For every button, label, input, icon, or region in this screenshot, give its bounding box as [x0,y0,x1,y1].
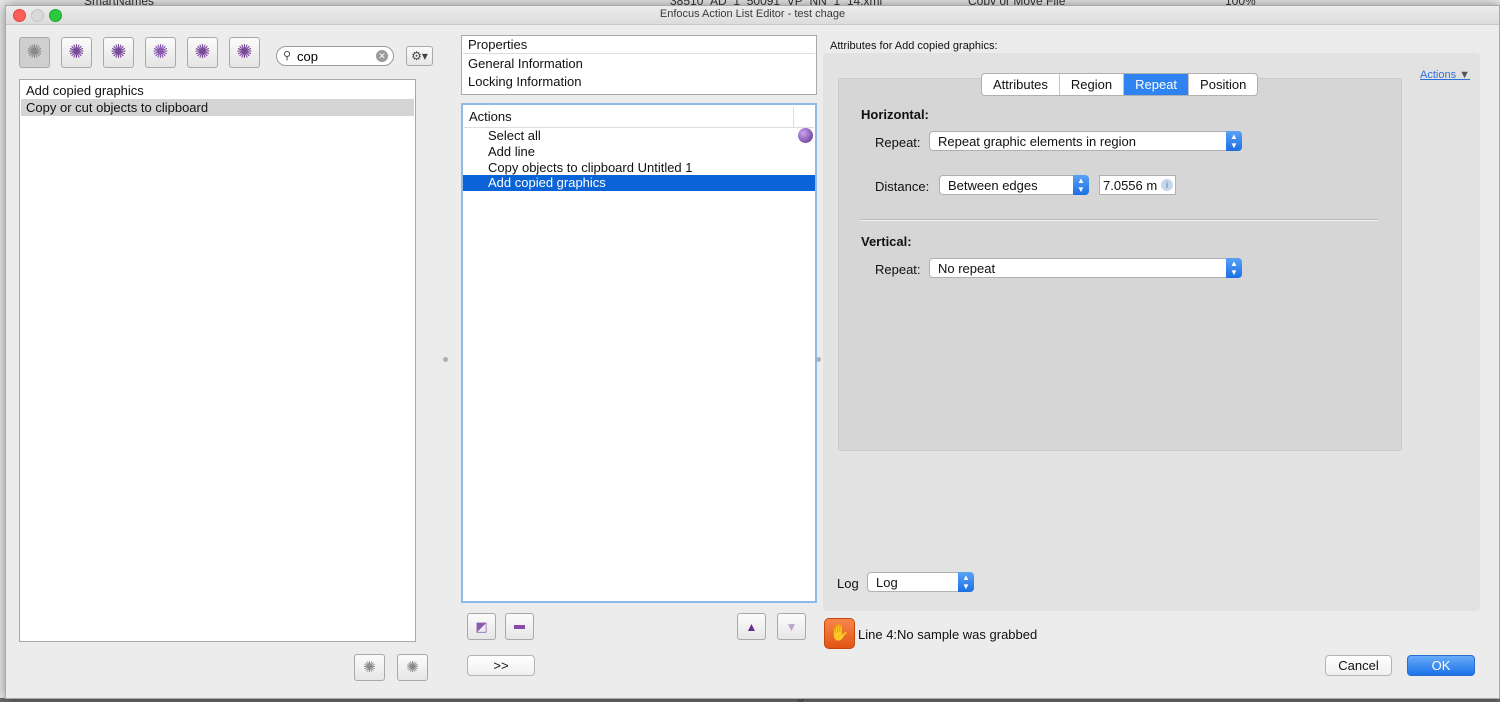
new-action-button[interactable]: ✺ [354,654,385,681]
properties-panel: Properties General Information Locking I… [461,35,817,95]
minus-icon [514,624,525,629]
updown-arrows-icon: ▲ ▼ [958,572,974,592]
gear-refresh-icon: ✺ [110,42,127,63]
splitter-handle[interactable] [443,357,448,362]
action-list-editor-window: Enfocus Action List Editor - test chage … [5,5,1500,699]
move-down-button[interactable]: ▼ [777,613,806,640]
distance-label: Distance: [875,179,930,194]
duplicate-action-button[interactable]: ◩ [467,613,496,640]
gear-info-icon: ✺ [194,42,211,63]
section-divider [861,219,1378,221]
gear-cursor-icon: ✺ [68,42,85,63]
refresh-actions-button[interactable]: ✺ [103,37,134,68]
unit-info-icon[interactable]: i [1161,179,1173,191]
updown-arrows-icon: ▲ ▼ [1073,175,1089,195]
tab-attributes[interactable]: Attributes [982,74,1060,95]
add-action-button[interactable]: ✺ [397,654,428,681]
tab-repeat[interactable]: Repeat [1124,74,1190,95]
actions-link-label: Actions [1420,69,1457,81]
info-actions-button[interactable]: ✺ [187,37,218,68]
list-item[interactable]: Add copied graphics [21,82,414,99]
vertical-label: Vertical: [861,234,912,249]
distance-amount-field[interactable]: 7.0556 m i [1099,175,1176,195]
horizontal-repeat-select[interactable]: Repeat graphic elements in region ▲ ▼ [929,131,1242,151]
title-bar: Enfocus Action List Editor - test chage [6,6,1499,25]
action-item[interactable]: Select all [464,128,814,143]
properties-header: Properties [463,36,815,54]
distance-select[interactable]: Between edges ▲ ▼ [939,175,1089,195]
properties-item[interactable]: General Information [463,55,815,72]
cancel-button[interactable]: Cancel [1325,655,1392,676]
gear-plus-icon: ✺ [406,659,419,676]
search-field[interactable]: ⚲ ✕ [276,46,394,66]
header-divider [793,107,794,127]
horizontal-label: Horizontal: [861,107,929,122]
ok-button[interactable]: OK [1407,655,1475,676]
actions-panel[interactable]: Actions Select all Add line Copy objects… [461,103,817,603]
log-select[interactable]: Log ▲ ▼ [867,572,974,592]
updown-arrows-icon: ▲ ▼ [1226,258,1242,278]
properties-item[interactable]: Locking Information [463,73,815,90]
clear-search-icon[interactable]: ✕ [376,50,388,62]
action-item[interactable]: Copy objects to clipboard Untitled 1 [464,160,814,175]
actions-header: Actions [464,107,814,128]
duplicate-icon: ◩ [475,618,488,634]
show-all-actions-button[interactable]: ✺ [19,37,50,68]
arrow-up-icon: ▲ [745,619,758,634]
distance-amount: 7.0556 m [1103,178,1158,193]
log-label: Log [837,576,859,591]
select-actions-button[interactable]: ✺ [61,37,92,68]
action-item[interactable]: Add line [464,144,814,159]
list-item-selected[interactable]: Copy or cut objects to clipboard [21,99,414,116]
horizontal-repeat-value: Repeat graphic elements in region [938,134,1137,149]
vertical-repeat-value: No repeat [938,261,996,276]
search-icon: ⚲ [283,50,292,62]
attribute-tabs: Attributes Region Repeat Position [981,73,1259,96]
search-input[interactable] [297,48,371,64]
tab-position[interactable]: Position [1189,74,1257,95]
expand-button[interactable]: >> [467,655,535,676]
updown-arrows-icon: ▲ ▼ [1226,131,1242,151]
gear-edit-icon: ✺ [236,42,253,63]
horizontal-repeat-label: Repeat: [875,135,921,150]
warning-hand-icon: ✋ [824,618,855,649]
arrow-down-icon: ▼ [785,619,798,634]
triangle-down-icon: ▼ [1456,69,1471,81]
vertical-repeat-select[interactable]: No repeat ▲ ▼ [929,258,1242,278]
status-message: Line 4:No sample was grabbed [858,627,1038,642]
remove-action-button[interactable] [505,613,534,640]
check-actions-button[interactable]: ✺ [145,37,176,68]
vertical-repeat-label: Repeat: [875,262,921,277]
tab-region[interactable]: Region [1060,74,1125,95]
gear-all-icon: ✺ [26,42,43,63]
log-value: Log [876,575,898,590]
settings-menu-button[interactable]: ⚙▾ [406,46,433,66]
add-gear-icon: ✺ [363,659,376,676]
gear-check-icon: ✺ [152,42,169,63]
actions-link[interactable]: Actions ▼ [1420,69,1470,81]
action-library-list[interactable]: Add copied graphics Copy or cut objects … [19,79,416,642]
action-item-selected[interactable]: Add copied graphics [463,175,815,191]
move-up-button[interactable]: ▲ [737,613,766,640]
edit-actions-button[interactable]: ✺ [229,37,260,68]
window-title: Enfocus Action List Editor - test chage [659,8,846,20]
attributes-header: Attributes for Add copied graphics: [830,40,998,52]
distance-value: Between edges [948,178,1038,193]
